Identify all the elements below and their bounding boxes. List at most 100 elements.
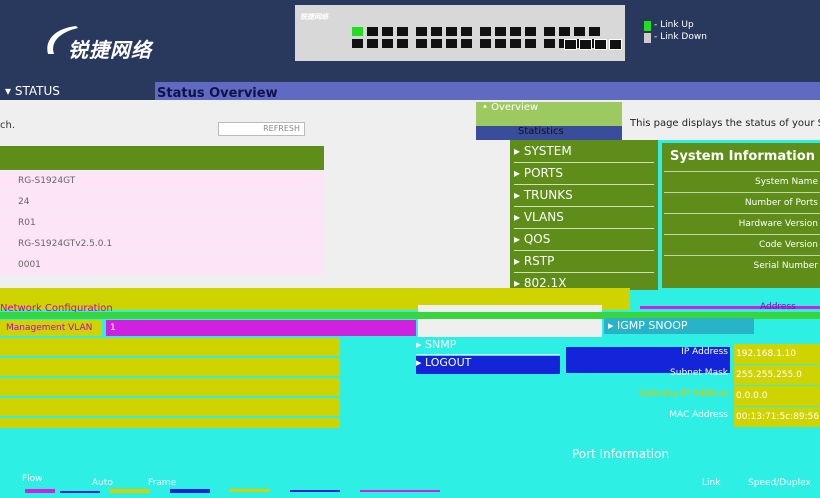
- address-label: Address: [760, 302, 796, 312]
- sys-label-name: System Name: [664, 171, 820, 192]
- switch-port-icon: [382, 27, 393, 36]
- switch-port-icon: [397, 27, 408, 36]
- combo-port-icon: [609, 39, 622, 50]
- switch-port-icon: [382, 39, 393, 48]
- switch-port-icon: [510, 27, 521, 36]
- row-marker: [0, 255, 10, 275]
- sys-label-ports: Number of Ports: [664, 192, 820, 213]
- nav-item-snmp[interactable]: ▸ SNMP: [416, 338, 560, 355]
- nav-overview[interactable]: • Overview: [476, 102, 622, 126]
- system-info-title: System Information: [670, 149, 815, 164]
- switch-port-icon: [559, 27, 570, 36]
- yellow-row: [0, 358, 340, 376]
- ip-address-value: 192.168.1.10: [734, 344, 820, 364]
- device-value-serial: 0001: [10, 255, 324, 275]
- bottom-mark: [170, 489, 210, 493]
- switch-port-icon: [446, 39, 457, 48]
- port-info-title: Port Information: [572, 447, 670, 461]
- mgmt-vlan-label: Management VLAN: [0, 320, 102, 336]
- link-up-swatch: [644, 21, 651, 31]
- switch-port-icon: [525, 27, 536, 36]
- link-down-label: - Link Down: [654, 32, 707, 42]
- nav-item-system[interactable]: ▸ SYSTEM: [514, 141, 654, 163]
- switch-port-icon: [352, 39, 363, 48]
- switch-port-icon: [544, 27, 555, 36]
- row-marker: [0, 192, 10, 212]
- nav-item-vlans[interactable]: ▸ VLANS: [514, 207, 654, 229]
- device-value-model: RG-S1924GT: [10, 171, 324, 191]
- switch-port-icon: [367, 27, 378, 36]
- combo-port-icon: [579, 39, 592, 50]
- bottom-mark: [60, 491, 100, 493]
- refresh-hint: ch.: [0, 120, 16, 131]
- mac-address-label: MAC Address: [669, 410, 728, 420]
- row-marker: [0, 213, 10, 233]
- nav-item-ports[interactable]: ▸ PORTS: [514, 163, 654, 185]
- subnet-mask-label: Subnet Mask: [670, 368, 728, 378]
- ip-address-label: IP Address: [681, 347, 728, 357]
- gateway-value: 0.0.0.0: [734, 386, 820, 406]
- switch-port-icon: [431, 39, 442, 48]
- link-up-label: - Link Up: [654, 20, 694, 30]
- nav-item-qos[interactable]: ▸ QOS: [514, 229, 654, 251]
- switch-brand-label: 锐捷网络: [300, 13, 328, 21]
- switch-port-icon: [525, 39, 536, 48]
- switch-port-icon: [480, 27, 491, 36]
- switch-port-icon: [416, 39, 427, 48]
- bottom-mark: [290, 490, 340, 492]
- brand-logo-text: 锐捷网络: [68, 38, 152, 62]
- sys-label-code: Code Version: [664, 234, 820, 255]
- bottom-mark: [230, 489, 270, 492]
- switch-port-icon: [589, 27, 600, 36]
- row-marker: [0, 234, 10, 254]
- gateway-label: Gateway IP Address: [638, 389, 728, 399]
- switch-port-icon: [446, 27, 457, 36]
- yellow-row: [0, 418, 340, 428]
- device-value-hardware: R01: [10, 213, 324, 233]
- sys-label-hardware: Hardware Version: [664, 213, 820, 234]
- switch-port-icon: [461, 27, 472, 36]
- switch-port-icon: [544, 39, 555, 48]
- nav-grey-panel: [418, 305, 602, 337]
- link-down-swatch: [644, 33, 651, 43]
- mgmt-vlan-value: 1: [106, 320, 416, 336]
- status-menu-header[interactable]: ▾ STATUS: [0, 82, 155, 100]
- yellow-row: [0, 338, 340, 356]
- col-flow: Flow: [22, 474, 43, 484]
- switch-port-icon: [397, 39, 408, 48]
- switch-port-icon: [367, 39, 378, 48]
- device-value-code: RG-S1924GTv2.5.0.1: [10, 234, 324, 254]
- page-title: Status Overview: [157, 86, 278, 100]
- switch-port-icon: [431, 27, 442, 36]
- mac-address-value: 00:13:71:5c:89:56: [734, 407, 820, 427]
- subnet-mask-value: 255.255.255.0: [734, 365, 820, 385]
- yellow-row: [0, 378, 340, 396]
- device-table-header: [0, 146, 324, 170]
- nav-statistics[interactable]: Statistics: [518, 126, 564, 140]
- nav-item-8021x[interactable]: ▸ 802.1X: [514, 273, 654, 289]
- bottom-mark: [360, 490, 440, 492]
- bottom-mark: [25, 489, 55, 493]
- switch-port-icon: [480, 39, 491, 48]
- nav-item-trunks[interactable]: ▸ TRUNKS: [514, 185, 654, 207]
- device-value-ports: 24: [10, 192, 324, 212]
- switch-port-icon: [352, 27, 363, 36]
- bottom-strip: [25, 489, 440, 493]
- combo-port-icon: [594, 39, 607, 50]
- nav-item-rstp[interactable]: ▸ RSTP: [514, 251, 654, 273]
- switch-port-icon: [510, 39, 521, 48]
- switch-port-icon: [495, 27, 506, 36]
- row-marker: [0, 171, 10, 191]
- refresh-button[interactable]: REFRESH: [218, 122, 305, 136]
- nav-item-logout[interactable]: ▸ LOGOUT: [416, 356, 560, 374]
- combo-port-icon: [564, 39, 577, 50]
- switch-port-icon: [416, 27, 427, 36]
- page-description: This page displays the status of your Sw…: [630, 118, 820, 129]
- switch-port-icon: [461, 39, 472, 48]
- yellow-row: [0, 398, 340, 416]
- sys-label-serial: Serial Number: [664, 255, 820, 276]
- nav-item-igmp[interactable]: ▸ IGMP SNOOP: [604, 318, 754, 334]
- switch-port-icon: [495, 39, 506, 48]
- switch-port-icon: [574, 27, 585, 36]
- bottom-mark: [110, 489, 150, 493]
